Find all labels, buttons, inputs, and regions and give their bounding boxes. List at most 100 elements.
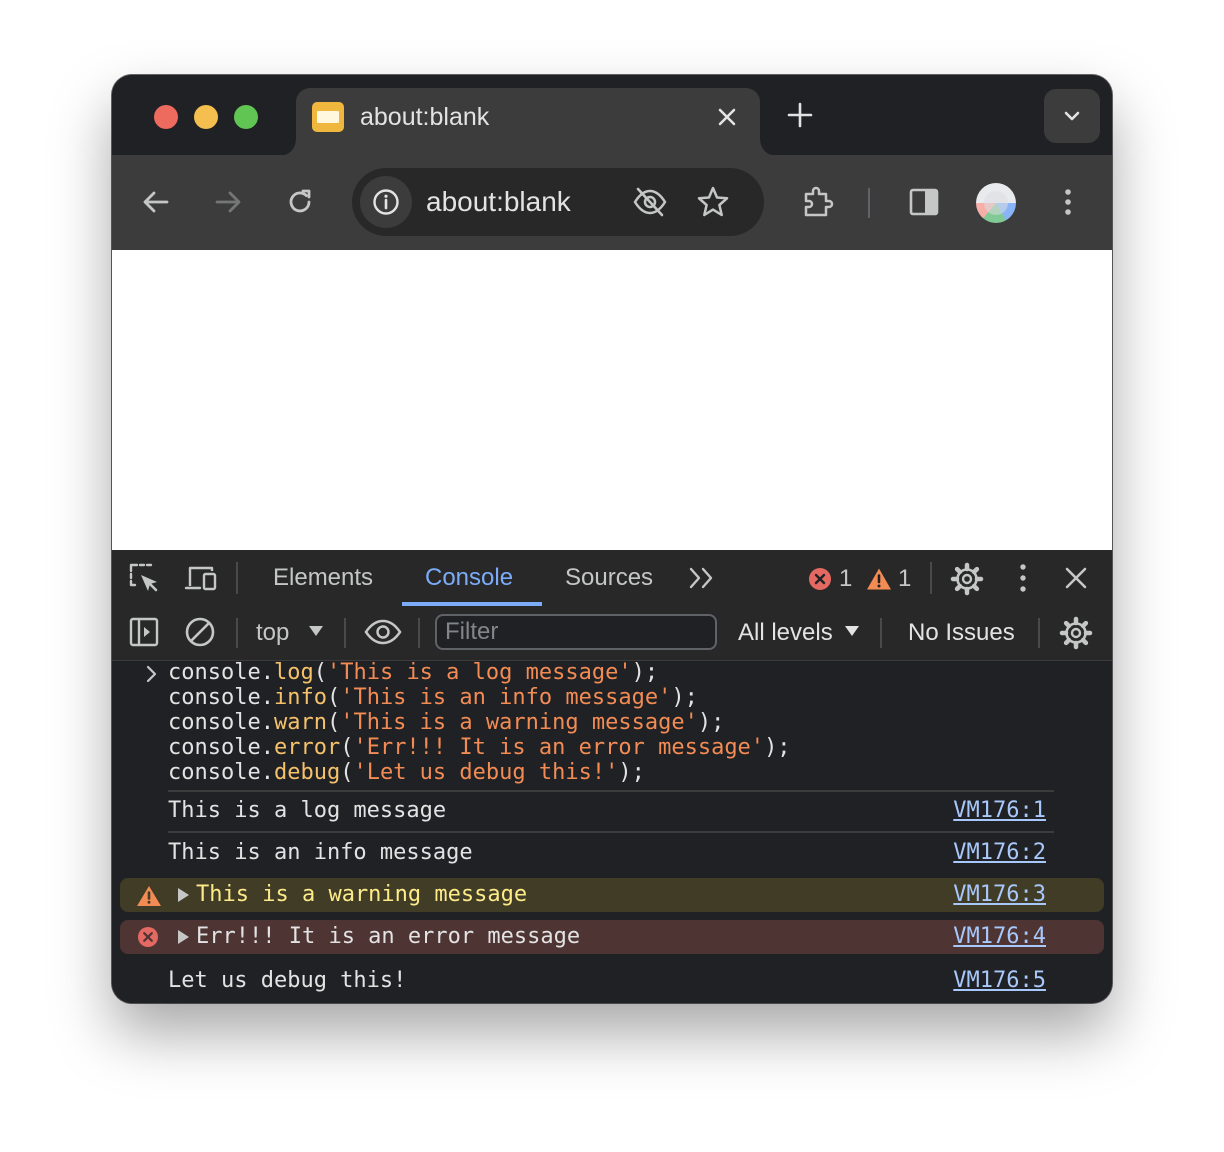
maximize-window-button[interactable] (234, 105, 258, 129)
divider (418, 618, 420, 648)
divider (236, 562, 238, 594)
device-toolbar-icon[interactable] (184, 562, 218, 594)
source-link[interactable]: VM176:4 (953, 922, 1046, 952)
code-object: console. (168, 685, 274, 710)
divider (1038, 618, 1040, 648)
input-chevron-icon (146, 665, 157, 683)
log-levels-dropdown[interactable]: All levels (738, 618, 833, 648)
sidebar-toggle-icon[interactable] (129, 617, 159, 647)
input-code-line: console.error('Err!!! It is an error mes… (168, 735, 791, 760)
tab-strip: about:blank (112, 75, 1112, 156)
code-string: 'This is a log message' (326, 660, 632, 685)
page-content[interactable] (112, 250, 1112, 550)
address-url[interactable]: about:blank (426, 186, 571, 218)
context-dropdown-icon[interactable] (308, 625, 324, 637)
code-object: console. (168, 660, 274, 685)
close-tab-icon[interactable] (712, 102, 742, 132)
code-string: 'Let us debug this!' (353, 760, 619, 785)
bookmark-star-icon[interactable] (696, 185, 730, 219)
tab-title: about:blank (360, 103, 490, 131)
code-paren: ( (326, 710, 341, 735)
code-paren: ); (671, 685, 698, 710)
page-favicon-icon (312, 102, 344, 132)
forward-arrow-icon[interactable] (212, 186, 244, 218)
devtools-tabbar: Elements Console Sources 1 1 (112, 550, 1112, 607)
profile-avatar[interactable] (976, 183, 1016, 223)
warning-icon (137, 886, 161, 906)
browser-tab[interactable]: about:blank (280, 88, 776, 156)
close-window-button[interactable] (154, 105, 178, 129)
browser-toolbar: about:blank (112, 155, 1112, 250)
chevron-down-icon (1064, 111, 1080, 121)
console-settings-gear-icon[interactable] (1059, 616, 1093, 650)
source-link[interactable]: VM176:5 (953, 966, 1046, 996)
live-expression-eye-icon[interactable] (364, 618, 402, 646)
console-output[interactable]: console.log('This is a log message'); co… (112, 660, 1112, 1003)
console-toolbar: top All levels No Issues (112, 606, 1112, 661)
devtools-more-options-icon[interactable] (1008, 562, 1038, 594)
divider (930, 562, 932, 594)
warning-count-icon[interactable] (866, 567, 892, 591)
browser-window: about:blank about:blank Elements Console… (112, 75, 1112, 1003)
code-paren: ( (340, 760, 354, 785)
code-paren: ); (631, 660, 659, 685)
context-selector[interactable]: top (256, 618, 289, 648)
devtools-panel: Elements Console Sources 1 1 top Filter … (112, 550, 1112, 1003)
console-filter-input[interactable] (435, 614, 717, 650)
back-arrow-icon[interactable] (140, 186, 172, 218)
divider (880, 618, 882, 648)
issues-counter[interactable]: No Issues (908, 618, 1015, 648)
tab-sources[interactable]: Sources (565, 563, 653, 593)
code-object: console. (168, 760, 274, 785)
input-code-line: console.warn('This is a warning message'… (168, 710, 724, 735)
more-tabs-chevron-icon[interactable] (688, 566, 716, 590)
info-message: This is an info message (168, 840, 473, 865)
code-paren: ( (340, 735, 354, 760)
error-count[interactable]: 1 (839, 564, 852, 594)
code-method: log (273, 660, 314, 685)
reload-icon[interactable] (284, 186, 316, 218)
inspect-element-icon[interactable] (128, 562, 160, 594)
code-paren: ( (313, 660, 327, 685)
code-string: 'This is an info message' (340, 685, 672, 710)
warning-message: This is a warning message (196, 882, 528, 907)
site-info-button[interactable] (360, 176, 412, 228)
expand-triangle-icon[interactable] (178, 930, 189, 944)
error-icon (138, 927, 158, 947)
tab-elements[interactable]: Elements (273, 563, 373, 593)
settings-gear-icon[interactable] (950, 562, 984, 596)
toolbar-divider (868, 188, 870, 218)
new-tab-icon[interactable] (784, 99, 816, 131)
code-object: console. (168, 710, 274, 735)
source-link[interactable]: VM176:3 (953, 880, 1046, 910)
code-method: debug (273, 760, 341, 785)
code-paren: ( (326, 685, 341, 710)
kebab-menu-icon[interactable] (1052, 186, 1084, 218)
source-link[interactable]: VM176:1 (953, 796, 1046, 826)
info-icon (373, 189, 399, 215)
code-paren: ); (764, 735, 791, 760)
error-message: Err!!! It is an error message (196, 924, 581, 949)
debug-message: Let us debug this! (168, 968, 407, 993)
warning-count[interactable]: 1 (898, 564, 911, 594)
address-bar[interactable]: about:blank (352, 168, 764, 236)
error-count-icon[interactable] (808, 567, 832, 591)
close-devtools-icon[interactable] (1062, 564, 1090, 592)
code-paren: ); (618, 760, 645, 785)
tab-search-button[interactable] (1044, 89, 1100, 143)
side-panel-icon[interactable] (908, 186, 940, 218)
levels-dropdown-icon[interactable] (844, 625, 860, 637)
code-string: 'Err!!! It is an error message' (353, 735, 765, 760)
source-link[interactable]: VM176:2 (953, 838, 1046, 868)
clear-console-icon[interactable] (184, 616, 216, 648)
divider (236, 618, 238, 648)
input-code-line: console.info('This is an info message'); (168, 685, 698, 710)
log-message: This is a log message (168, 798, 447, 823)
tab-console[interactable]: Console (425, 563, 513, 593)
minimize-window-button[interactable] (194, 105, 218, 129)
eye-off-icon[interactable] (632, 186, 668, 218)
expand-triangle-icon[interactable] (178, 888, 189, 902)
code-string: 'This is a warning message' (340, 710, 698, 735)
extensions-puzzle-icon[interactable] (800, 184, 836, 220)
code-method: error (273, 735, 341, 760)
